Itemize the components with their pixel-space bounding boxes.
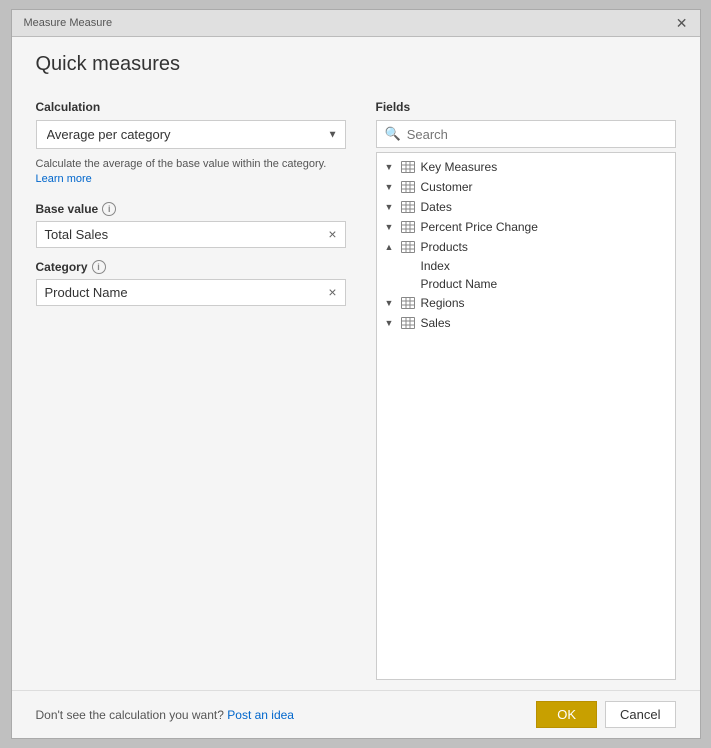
base-value-value: Total Sales bbox=[45, 227, 329, 242]
base-value-input-box: Total Sales × bbox=[36, 221, 346, 248]
footer-text: Don't see the calculation you want? Post… bbox=[36, 708, 294, 722]
field-item-key-measures[interactable]: ▼ Key Measures bbox=[377, 157, 675, 177]
base-value-label: Base value bbox=[36, 202, 99, 216]
chevron-up-icon: ▲ bbox=[385, 242, 395, 252]
field-item-customer[interactable]: ▼ Customer bbox=[377, 177, 675, 197]
chevron-down-icon: ▼ bbox=[385, 182, 395, 192]
search-icon: 🔍 bbox=[385, 126, 401, 142]
post-idea-link[interactable]: Post an idea bbox=[227, 708, 294, 722]
right-panel: Fields 🔍 ▼ bbox=[376, 100, 676, 680]
field-name-key-measures: Key Measures bbox=[421, 160, 498, 174]
table-icon bbox=[400, 240, 416, 254]
category-clear-button[interactable]: × bbox=[328, 285, 336, 299]
footer-buttons: OK Cancel bbox=[536, 701, 675, 728]
cancel-button[interactable]: Cancel bbox=[605, 701, 675, 728]
search-input[interactable] bbox=[407, 127, 667, 142]
calculation-select-wrapper: Average per category ▼ bbox=[36, 120, 346, 149]
calculation-label: Calculation bbox=[36, 100, 346, 114]
field-child-index[interactable]: Index bbox=[377, 257, 675, 275]
calculation-select[interactable]: Average per category bbox=[36, 120, 346, 149]
field-name-products: Products bbox=[421, 240, 468, 254]
table-icon bbox=[400, 220, 416, 234]
category-label-row: Category i bbox=[36, 260, 346, 274]
field-item-percent-price-change[interactable]: ▼ Percent Price Change bbox=[377, 217, 675, 237]
calculation-section: Calculation Average per category ▼ Calcu… bbox=[36, 100, 346, 188]
table-icon bbox=[400, 200, 416, 214]
category-info-icon[interactable]: i bbox=[92, 260, 106, 274]
field-name-customer: Customer bbox=[421, 180, 473, 194]
help-text: Calculate the average of the base value … bbox=[36, 157, 346, 188]
chevron-down-icon: ▼ bbox=[385, 162, 395, 172]
field-name-dates: Dates bbox=[421, 200, 452, 214]
field-item-regions[interactable]: ▼ Regions bbox=[377, 293, 675, 313]
chevron-down-icon: ▼ bbox=[385, 202, 395, 212]
table-icon bbox=[400, 296, 416, 310]
close-button[interactable]: ✕ bbox=[676, 16, 688, 30]
dialog-body: Calculation Average per category ▼ Calcu… bbox=[12, 80, 700, 690]
dialog-footer: Don't see the calculation you want? Post… bbox=[12, 690, 700, 738]
category-input-box: Product Name × bbox=[36, 279, 346, 306]
field-name-sales: Sales bbox=[421, 316, 451, 330]
window-title: Measure Measure bbox=[24, 17, 113, 29]
base-value-clear-button[interactable]: × bbox=[328, 227, 336, 241]
category-value: Product Name bbox=[45, 285, 329, 300]
category-section: Category i Product Name × bbox=[36, 260, 346, 306]
field-item-dates[interactable]: ▼ Dates bbox=[377, 197, 675, 217]
chevron-down-icon: ▼ bbox=[385, 318, 395, 328]
base-value-section: Base value i Total Sales × bbox=[36, 202, 346, 248]
field-item-sales[interactable]: ▼ Sales bbox=[377, 313, 675, 333]
table-icon bbox=[400, 316, 416, 330]
ok-button[interactable]: OK bbox=[536, 701, 597, 728]
chevron-down-icon: ▼ bbox=[385, 222, 395, 232]
quick-measures-dialog: Measure Measure ✕ Quick measures Calcula… bbox=[11, 9, 701, 739]
table-icon bbox=[400, 160, 416, 174]
search-box: 🔍 bbox=[376, 120, 676, 148]
base-value-label-row: Base value i bbox=[36, 202, 346, 216]
field-child-product-name[interactable]: Product Name bbox=[377, 275, 675, 293]
category-label: Category bbox=[36, 260, 88, 274]
title-bar: Measure Measure ✕ bbox=[12, 10, 700, 37]
dialog-title: Quick measures bbox=[12, 37, 700, 80]
fields-list: ▼ Key Measures ▼ bbox=[376, 152, 676, 680]
left-panel: Calculation Average per category ▼ Calcu… bbox=[36, 100, 346, 680]
learn-more-link[interactable]: Learn more bbox=[36, 173, 92, 185]
chevron-down-icon: ▼ bbox=[385, 298, 395, 308]
field-item-products[interactable]: ▲ Products bbox=[377, 237, 675, 257]
table-icon bbox=[400, 180, 416, 194]
base-value-info-icon[interactable]: i bbox=[102, 202, 116, 216]
field-name-percent-price-change: Percent Price Change bbox=[421, 220, 538, 234]
fields-label: Fields bbox=[376, 100, 676, 114]
field-name-regions: Regions bbox=[421, 296, 465, 310]
